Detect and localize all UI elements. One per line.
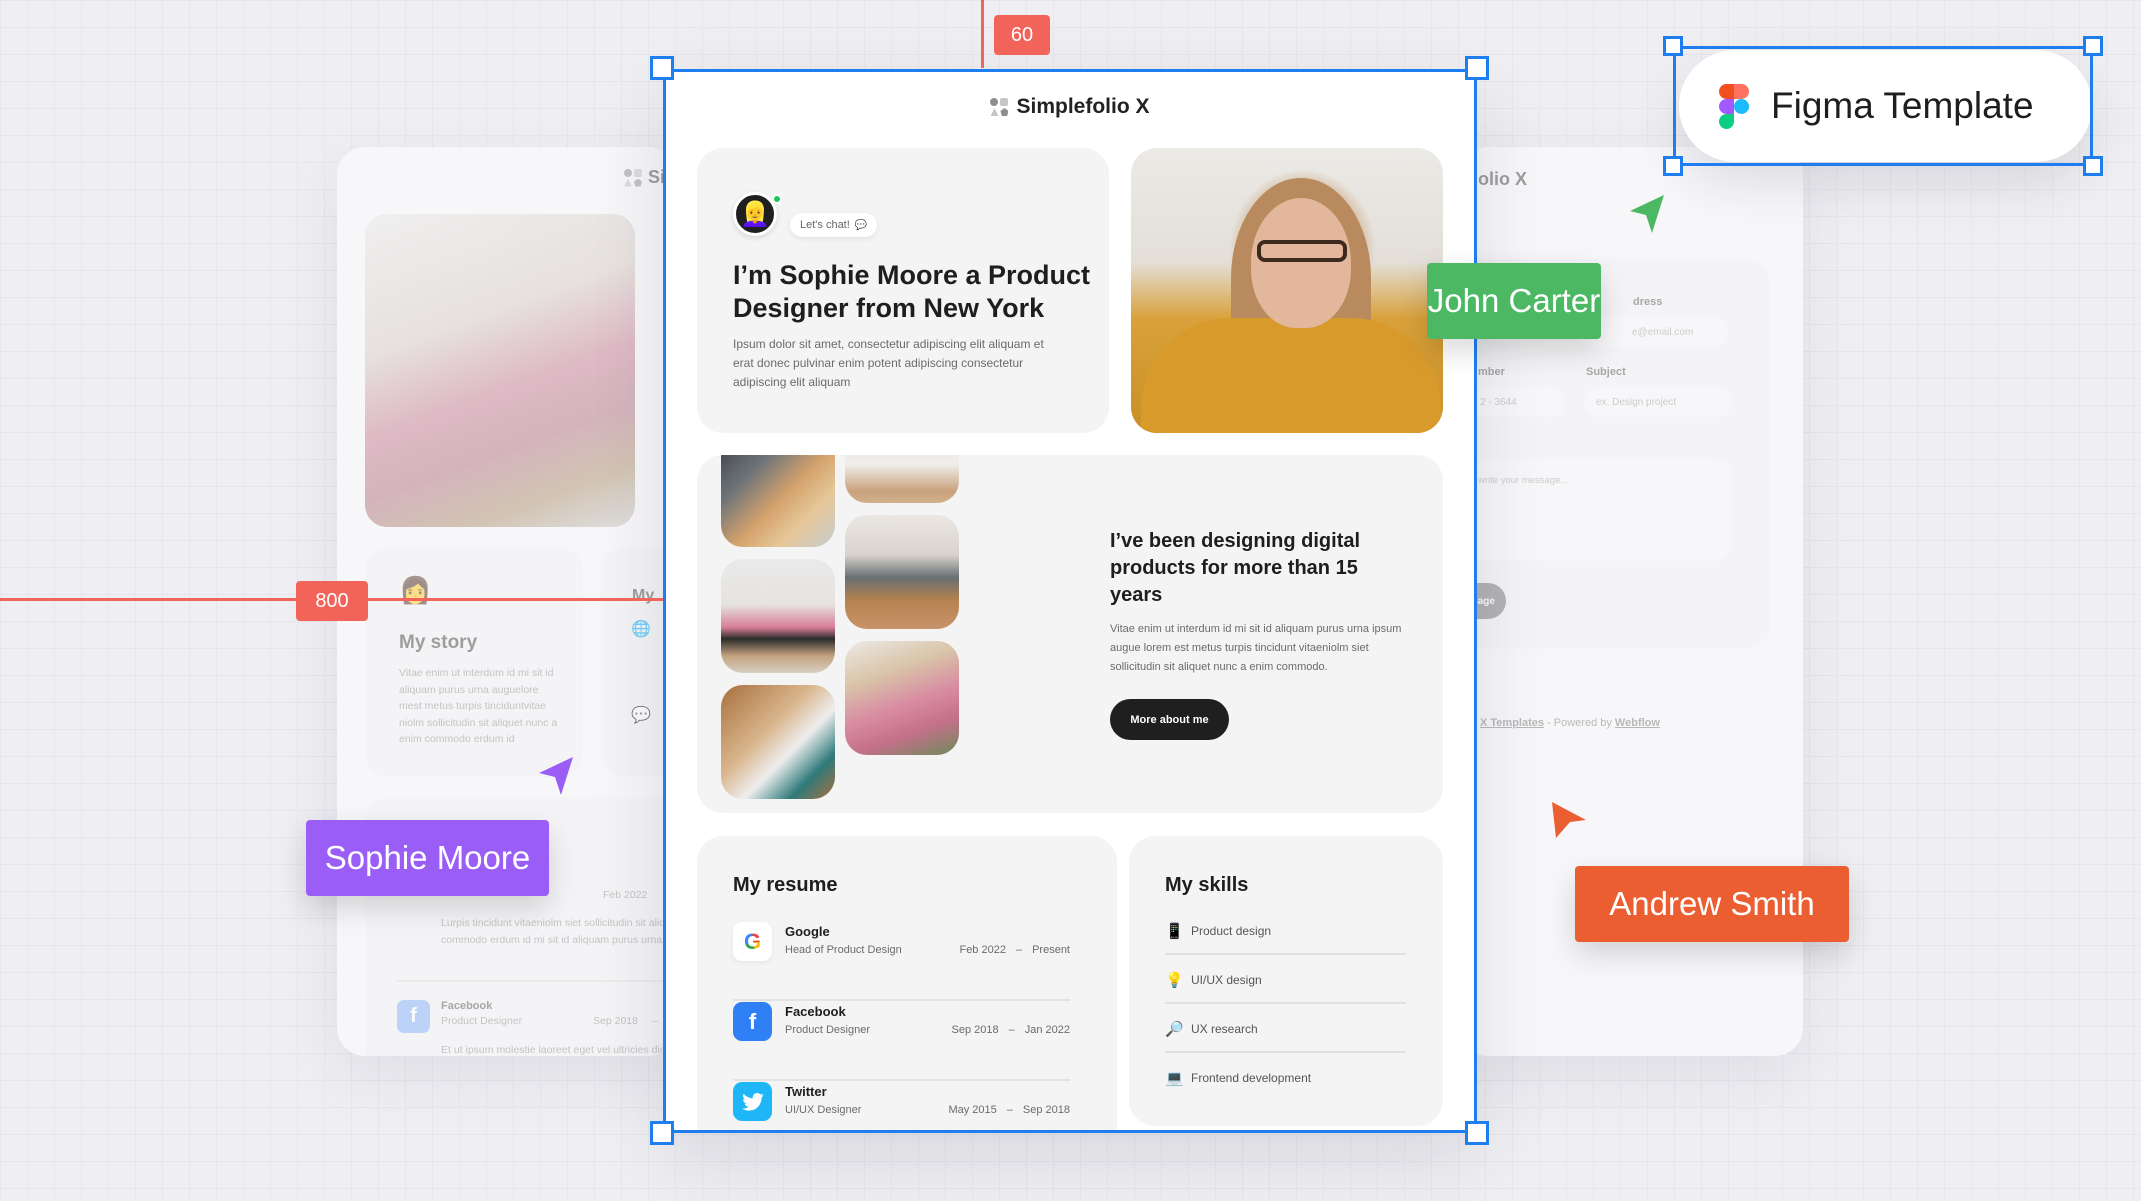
site-logo[interactable]: Simplefolio X	[663, 95, 1477, 119]
job-role: Head of Product Design	[785, 944, 902, 956]
skills-card: My skills 📱 Product design 💡 UI/UX desig…	[1129, 836, 1443, 1126]
hero-title: I’m Sophie Moore a Product Designer from…	[733, 260, 1091, 323]
gallery-photo	[845, 515, 959, 629]
divider	[397, 980, 677, 982]
exp-text: Lurpis tincidunt vitaeniolm siet sollici…	[441, 917, 677, 946]
side-card-title: My	[632, 587, 655, 604]
figma-badge-selection	[1673, 46, 2093, 166]
logo-icon	[990, 98, 1009, 116]
job-role: UI/UX Designer	[785, 1104, 862, 1116]
measure-badge-top: 60	[994, 15, 1050, 55]
skill-item: 📱 Product design	[1165, 906, 1406, 955]
resume-card: My resume G Google Head of Product Desig…	[697, 836, 1117, 1133]
about-card: I’ve been designing digital products for…	[697, 455, 1443, 813]
message-textarea[interactable]: write your message...	[1460, 459, 1732, 561]
company-name: Google	[785, 924, 830, 939]
laptop-icon: 💻	[1165, 1069, 1184, 1087]
logo-icon	[624, 168, 642, 187]
job-dates: Feb 2022 – Present	[959, 944, 1070, 956]
subject-input[interactable]: ex. Design project	[1584, 387, 1732, 417]
collaborator-tag-sophie-moore: Sophie Moore	[306, 820, 549, 896]
email-input[interactable]: e@email.com	[1580, 317, 1728, 347]
webflow-link[interactable]: Webflow	[1615, 717, 1660, 729]
company-name: Twitter	[785, 1084, 827, 1099]
collaborator-tag-andrew-smith: Andrew Smith	[1575, 866, 1849, 942]
resume-item: Twitter UI/UX Designer May 2015 – Sep 20…	[733, 1082, 1070, 1133]
bg-logo: olio X	[1478, 169, 1527, 189]
online-status-dot	[772, 194, 782, 204]
collaborator-tag-john-carter: John Carter	[1427, 263, 1601, 339]
divider	[733, 999, 1070, 1001]
phone-label: mber	[1478, 366, 1505, 378]
exp-company: Facebook	[441, 1000, 493, 1012]
lets-chat-button[interactable]: Let's chat! 💬	[790, 213, 878, 237]
google-icon: G	[733, 922, 772, 961]
resize-handle-top-left[interactable]	[650, 56, 674, 80]
job-role: Product Designer	[785, 1024, 870, 1036]
exp-date: Feb 2022	[603, 889, 648, 901]
skills-title: My skills	[1165, 874, 1249, 896]
more-about-me-button[interactable]: More about me	[1110, 699, 1229, 740]
resize-handle-top-right[interactable]	[1465, 56, 1489, 80]
resize-handle[interactable]	[2083, 36, 2103, 56]
chat-bubble-icon: 💬	[854, 219, 868, 231]
resize-handle[interactable]	[2083, 156, 2103, 176]
gallery-photo	[845, 641, 959, 755]
magnifier-icon: 🔎	[1165, 1020, 1184, 1038]
company-name: Facebook	[785, 1004, 846, 1019]
about-title: I’ve been designing digital products for…	[1110, 530, 1361, 606]
exp-role: Product Designer	[441, 1015, 523, 1027]
measure-line-top	[981, 0, 984, 68]
story-text: Vitae enim ut interdum id mi sit id aliq…	[399, 667, 558, 745]
bg-logo: Si	[624, 167, 665, 188]
hero-text: Ipsum dolor sit amet, consectetur adipis…	[733, 337, 1044, 389]
bg-hero-photo	[365, 214, 635, 527]
resume-item: f Facebook Product Designer Sep 2018 – J…	[733, 1002, 1070, 1081]
facebook-icon: f	[733, 1002, 772, 1041]
resume-title: My resume	[733, 874, 838, 896]
phone-icon: 📱	[1165, 922, 1184, 940]
memoji-icon: 👩	[399, 575, 432, 605]
hero-card: 👱‍♀️ Let's chat! 💬 I’m Sophie Moore a Pr…	[697, 148, 1109, 433]
cursor-icon-green	[1630, 195, 1664, 233]
about-text: Vitae enim ut interdum id mi sit id aliq…	[1110, 623, 1402, 673]
avatar: 👱‍♀️	[733, 192, 777, 236]
background-page-left: Si 👩 My story Vitae enim ut interdum id …	[337, 147, 677, 1056]
story-title: My story	[399, 632, 478, 653]
skill-item: 🔎 UX research	[1165, 1004, 1406, 1053]
exp-dates: Sep 2018–	[593, 1015, 658, 1027]
skill-item: 💻 Frontend development	[1165, 1069, 1312, 1087]
exp-text: Et ut ipsum molestie laoreet eget vel ul…	[441, 1044, 672, 1056]
lightbulb-icon: 💡	[1165, 971, 1184, 989]
cursor-icon-purple	[539, 757, 573, 795]
templates-link[interactable]: X Templates	[1480, 717, 1544, 729]
gallery-photo	[845, 455, 959, 503]
measure-badge-left: 800	[296, 581, 368, 621]
gallery-photo	[721, 559, 835, 673]
job-dates: May 2015 – Sep 2018	[948, 1104, 1070, 1116]
chat-bubble-icon: 💬	[631, 707, 651, 724]
divider	[733, 1079, 1070, 1081]
resize-handle[interactable]	[1663, 156, 1683, 176]
globe-icon: 🌐	[631, 621, 651, 638]
subject-label: Subject	[1586, 366, 1626, 378]
selected-frame[interactable]: Simplefolio X 👱‍♀️ Let's chat! 💬 I’m Sop…	[663, 69, 1477, 1133]
resume-item: G Google Head of Product Design Feb 2022…	[733, 922, 1070, 1001]
twitter-icon	[733, 1082, 772, 1121]
resize-handle-bottom-right[interactable]	[1465, 1121, 1489, 1145]
cursor-icon-orange	[1552, 802, 1586, 838]
facebook-icon: f	[397, 1000, 430, 1033]
skill-item: 💡 UI/UX design	[1165, 955, 1406, 1004]
resize-handle-bottom-left[interactable]	[650, 1121, 674, 1145]
resize-handle[interactable]	[1663, 36, 1683, 56]
email-label: dress	[1633, 296, 1663, 308]
story-card: 👩 My story Vitae enim ut interdum id mi …	[365, 547, 583, 777]
job-dates: Sep 2018 – Jan 2022	[951, 1024, 1071, 1036]
hero-portrait-photo	[1131, 148, 1443, 433]
gallery-photo	[721, 455, 835, 547]
gallery-photo	[721, 685, 835, 799]
footer: X Templates - Powered by Webflow	[1480, 717, 1660, 729]
